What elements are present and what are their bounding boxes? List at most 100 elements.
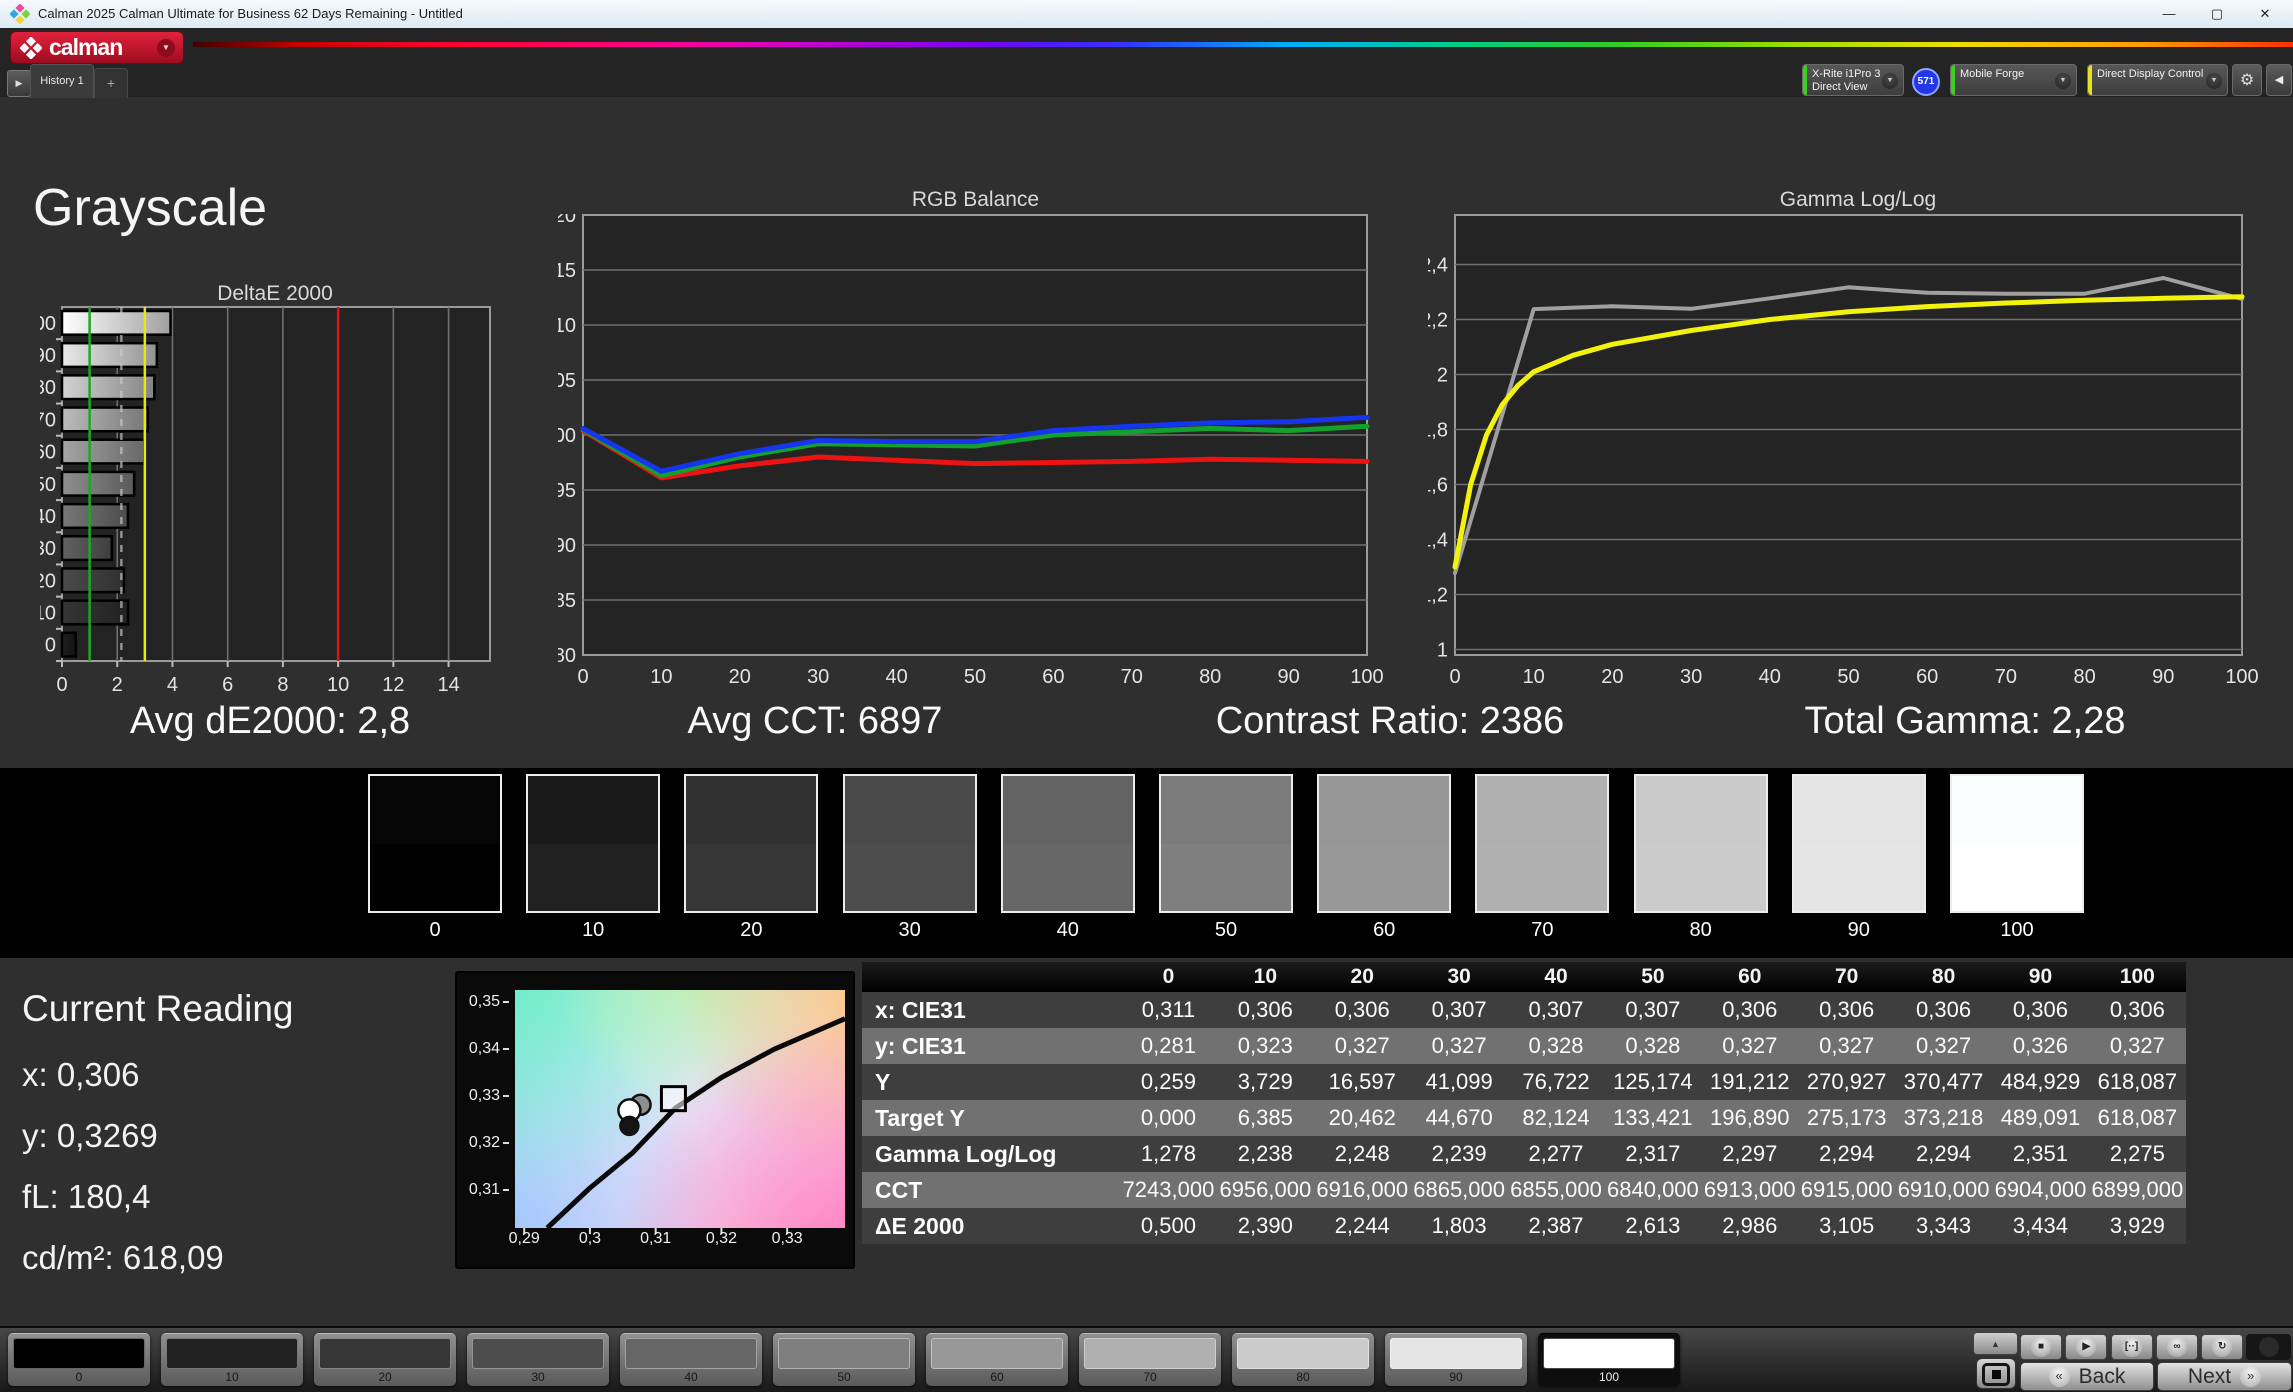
loop-button[interactable]: ∞ bbox=[2156, 1334, 2198, 1360]
svg-text:100: 100 bbox=[1350, 666, 1383, 688]
svg-text:70: 70 bbox=[1995, 666, 2017, 688]
calman-logo-menu[interactable]: calman ▼ bbox=[10, 31, 184, 64]
table-row: y: CIE310,2810,3230,3270,3270,3280,3280,… bbox=[862, 1028, 2186, 1064]
table-cell: 133,421 bbox=[1604, 1100, 1701, 1136]
table-cell: 2,248 bbox=[1314, 1136, 1411, 1172]
meter-dropdown-3[interactable]: Direct Display Control ▼ bbox=[2087, 64, 2228, 96]
swatch-90 bbox=[1792, 774, 1926, 913]
current-reading-title: Current Reading bbox=[22, 988, 293, 1030]
patch-button-20[interactable]: 20 bbox=[314, 1333, 456, 1386]
loop-icon: ∞ bbox=[2167, 1337, 2187, 1357]
svg-text:100: 100 bbox=[558, 425, 576, 447]
back-button[interactable]: « Back bbox=[2020, 1362, 2154, 1391]
history-expander-button[interactable]: ▶ bbox=[7, 70, 31, 97]
table-cell: 0,323 bbox=[1217, 1028, 1314, 1064]
table-cell: 82,124 bbox=[1508, 1100, 1605, 1136]
stop-measurement-button[interactable] bbox=[1976, 1358, 2016, 1389]
target-color bbox=[528, 844, 658, 912]
patch-button-30[interactable]: 30 bbox=[467, 1333, 609, 1386]
patch-button-50[interactable]: 50 bbox=[773, 1333, 915, 1386]
table-row: ΔE 20000,5002,3902,2441,8032,3872,6132,9… bbox=[862, 1208, 2186, 1244]
svg-text:1,4: 1,4 bbox=[1428, 530, 1448, 552]
swatch-level-label: 60 bbox=[1317, 919, 1451, 942]
table-cell: 1,803 bbox=[1411, 1208, 1508, 1244]
actual-color bbox=[1952, 776, 2082, 844]
patch-button-40[interactable]: 40 bbox=[620, 1333, 762, 1386]
svg-text:0: 0 bbox=[577, 666, 588, 688]
patch-chip bbox=[1084, 1338, 1216, 1369]
cie-x-tick: 0,31 bbox=[626, 1230, 686, 1248]
table-cell: 3,729 bbox=[1217, 1064, 1314, 1100]
table-cell: 0,311 bbox=[1120, 992, 1217, 1028]
svg-text:20: 20 bbox=[1601, 666, 1623, 688]
cie-chromaticity-panel: 0,350,340,330,320,310,290,30,310,320,33 bbox=[455, 971, 855, 1269]
patch-button-0[interactable]: 0 bbox=[8, 1333, 150, 1386]
svg-text:105: 105 bbox=[558, 370, 576, 392]
patch-button-70[interactable]: 70 bbox=[1079, 1333, 1221, 1386]
cie-y-tick: 0,34 bbox=[461, 1040, 509, 1058]
deltae-chart-plot: 024681012141009080706050403020100 bbox=[40, 306, 510, 706]
calman-diamond-icon bbox=[20, 37, 42, 59]
table-cell: 6956,000 bbox=[1217, 1172, 1314, 1208]
reading-cdm2: cd/m²: 618,09 bbox=[22, 1239, 293, 1277]
refresh-button[interactable]: ↻ bbox=[2201, 1334, 2243, 1360]
table-row: Target Y0,0006,38520,46244,67082,124133,… bbox=[862, 1100, 2186, 1136]
actual-color bbox=[686, 776, 816, 844]
meter-dropdown-1[interactable]: X-Rite i1Pro 3 Direct View ▼ bbox=[1802, 64, 1904, 96]
svg-text:12: 12 bbox=[382, 674, 404, 696]
swatch-60 bbox=[1317, 774, 1451, 913]
patch-button-80[interactable]: 80 bbox=[1232, 1333, 1374, 1386]
table-cell: 1,278 bbox=[1120, 1136, 1217, 1172]
patch-chip bbox=[1237, 1338, 1369, 1369]
minimize-icon[interactable]: — bbox=[2152, 0, 2186, 28]
meter-label: X-Rite i1Pro 3 Direct View bbox=[1812, 68, 1880, 93]
patch-button-10[interactable]: 10 bbox=[161, 1333, 303, 1386]
swatch-40 bbox=[1001, 774, 1135, 913]
svg-text:100: 100 bbox=[40, 313, 56, 335]
black-point bbox=[620, 1117, 638, 1135]
table-header-cell: 90 bbox=[1992, 962, 2089, 992]
svg-text:60: 60 bbox=[1916, 666, 1938, 688]
table-cell: 0,306 bbox=[1895, 992, 1992, 1028]
svg-text:1,2: 1,2 bbox=[1428, 585, 1448, 607]
table-cell: 373,218 bbox=[1895, 1100, 1992, 1136]
swatch-level-label: 30 bbox=[843, 919, 977, 942]
patch-button-60[interactable]: 60 bbox=[926, 1333, 1068, 1386]
svg-text:2: 2 bbox=[112, 674, 123, 696]
patch-label: 0 bbox=[8, 1370, 150, 1384]
next-button[interactable]: Next » bbox=[2157, 1362, 2292, 1391]
expand-up-icon[interactable]: ▲ bbox=[1973, 1332, 2018, 1355]
table-cell: 0,307 bbox=[1604, 992, 1701, 1028]
swatch-50 bbox=[1159, 774, 1293, 913]
tab-history-1[interactable]: History 1 bbox=[30, 64, 94, 98]
deltae-2000-chart: DeltaE 2000 0246810121410090807060504030… bbox=[40, 282, 510, 702]
add-tab-button[interactable]: + bbox=[94, 68, 128, 98]
rgb-chart-title: RGB Balance bbox=[558, 188, 1393, 212]
swatch-20 bbox=[684, 774, 818, 913]
collapse-panel-icon[interactable]: ◀ bbox=[2266, 64, 2292, 96]
patch-button-90[interactable]: 90 bbox=[1385, 1333, 1527, 1386]
range-button[interactable]: [··] bbox=[2111, 1334, 2153, 1360]
titlebar: Calman 2025 Calman Ultimate for Business… bbox=[0, 0, 2293, 28]
svg-text:90: 90 bbox=[558, 535, 576, 557]
maximize-icon[interactable]: ▢ bbox=[2200, 0, 2234, 28]
table-cell: 2,613 bbox=[1604, 1208, 1701, 1244]
reading-x: x: 0,306 bbox=[22, 1056, 293, 1094]
patch-chip bbox=[931, 1338, 1063, 1369]
next-chevron-icon: » bbox=[2240, 1366, 2261, 1387]
patch-label: 10 bbox=[161, 1370, 303, 1384]
svg-text:0: 0 bbox=[45, 635, 56, 657]
play-button[interactable]: ▶ bbox=[2065, 1334, 2107, 1360]
patch-button-100[interactable]: 100 bbox=[1538, 1333, 1680, 1386]
actual-color bbox=[1477, 776, 1607, 844]
table-row-label: Y bbox=[862, 1064, 1120, 1100]
stop-button[interactable]: ■ bbox=[2020, 1334, 2062, 1360]
table-cell: 6915,000 bbox=[1798, 1172, 1895, 1208]
table-cell: 3,434 bbox=[1992, 1208, 2089, 1244]
table-cell: 6904,000 bbox=[1992, 1172, 2089, 1208]
meter-count-badge[interactable]: 571 bbox=[1912, 68, 1940, 96]
close-icon[interactable]: ✕ bbox=[2248, 0, 2282, 28]
table-row-label: ΔE 2000 bbox=[862, 1208, 1120, 1244]
meter-dropdown-2[interactable]: Mobile Forge ▼ bbox=[1950, 64, 2077, 96]
gear-icon[interactable]: ⚙ bbox=[2232, 64, 2262, 96]
